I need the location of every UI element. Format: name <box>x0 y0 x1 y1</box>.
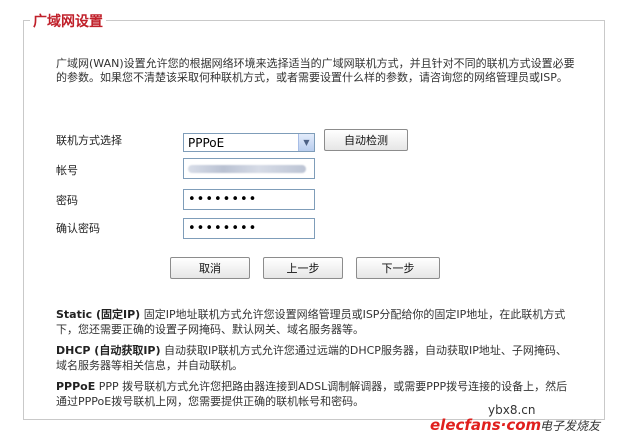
username-label: 帐号 <box>56 164 78 177</box>
static-description: Static (固定IP) 固定IP地址联机方式允许您设置网络管理员或ISP分配… <box>56 307 576 337</box>
cancel-button[interactable]: 取消 <box>170 257 250 279</box>
password-label: 密码 <box>56 194 78 207</box>
confirm-password-value: •••••••• <box>188 221 258 236</box>
auto-detect-button[interactable]: 自动检测 <box>324 129 408 151</box>
dhcp-title: DHCP (自动获取IP) <box>56 344 161 357</box>
page-title: 广域网设置 <box>30 11 106 31</box>
pppoe-title: PPPoE <box>56 380 96 393</box>
next-button[interactable]: 下一步 <box>356 257 440 279</box>
blurred-username <box>188 164 306 173</box>
connection-type-select[interactable]: PPPoE ▼ <box>183 133 315 152</box>
confirm-password-input[interactable]: •••••••• <box>183 218 315 239</box>
watermark-tagline: 电子发烧友 <box>540 419 601 433</box>
watermark-site: ybx8.cn <box>488 403 536 417</box>
confirm-password-label: 确认密码 <box>56 222 100 235</box>
connection-type-value: PPPoE <box>188 135 225 150</box>
dhcp-description: DHCP (自动获取IP) 自动获取IP联机方式允许您通过远端的DHCP服务器，… <box>56 343 576 373</box>
intro-text: 广域网(WAN)设置允许您的根据网络环境来选择适当的广域网联机方式，并且针对不同… <box>56 57 575 84</box>
password-input[interactable]: •••••••• <box>183 189 315 210</box>
chevron-down-icon[interactable]: ▼ <box>298 134 314 151</box>
previous-button[interactable]: 上一步 <box>263 257 343 279</box>
connection-type-label: 联机方式选择 <box>56 134 122 147</box>
static-title: Static (固定IP) <box>56 308 141 321</box>
username-input[interactable] <box>183 158 315 179</box>
password-value: •••••••• <box>188 192 258 207</box>
watermark-logo: elecfans·com <box>430 416 542 434</box>
